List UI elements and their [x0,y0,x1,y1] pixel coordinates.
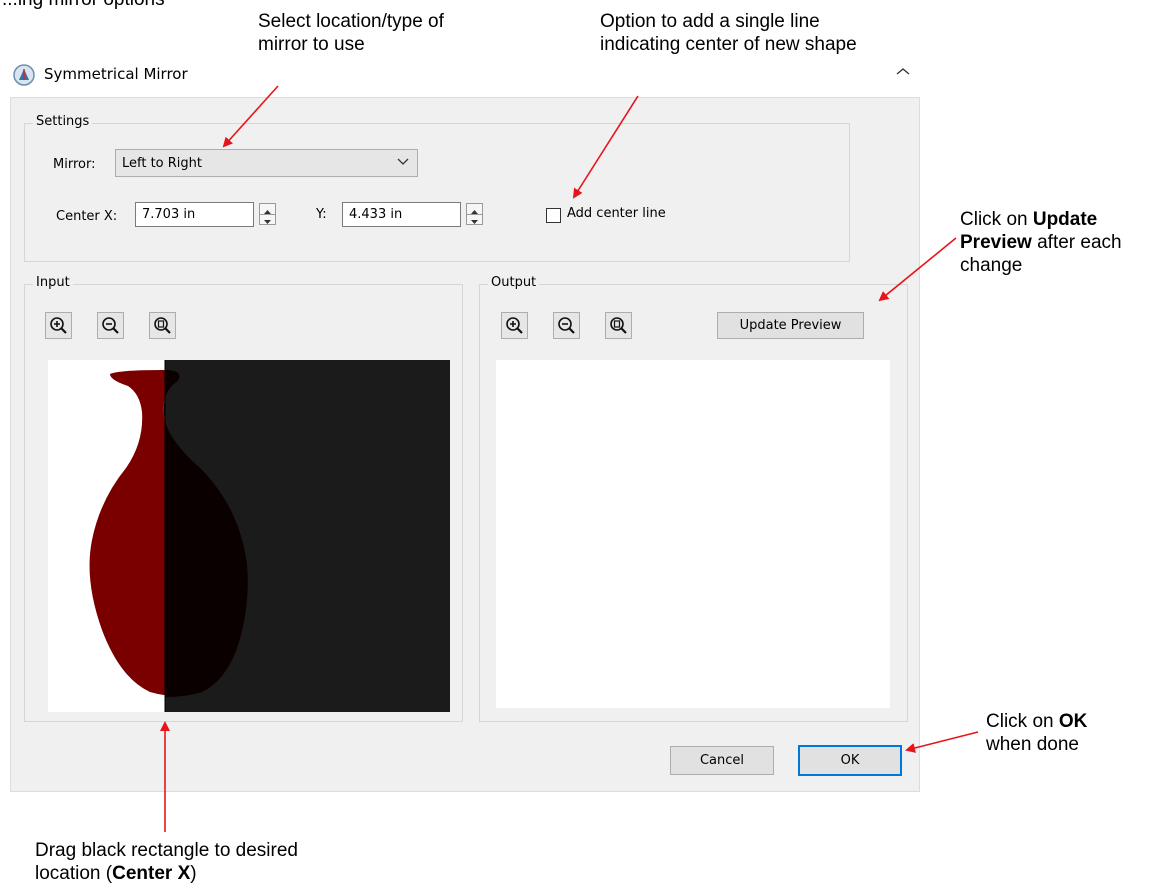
arrow-center-line [572,95,639,199]
arrow-update-preview [878,237,957,302]
arrow-ok [905,731,979,753]
arrow-select-mirror [222,85,279,148]
annotation-arrows [160,85,979,832]
